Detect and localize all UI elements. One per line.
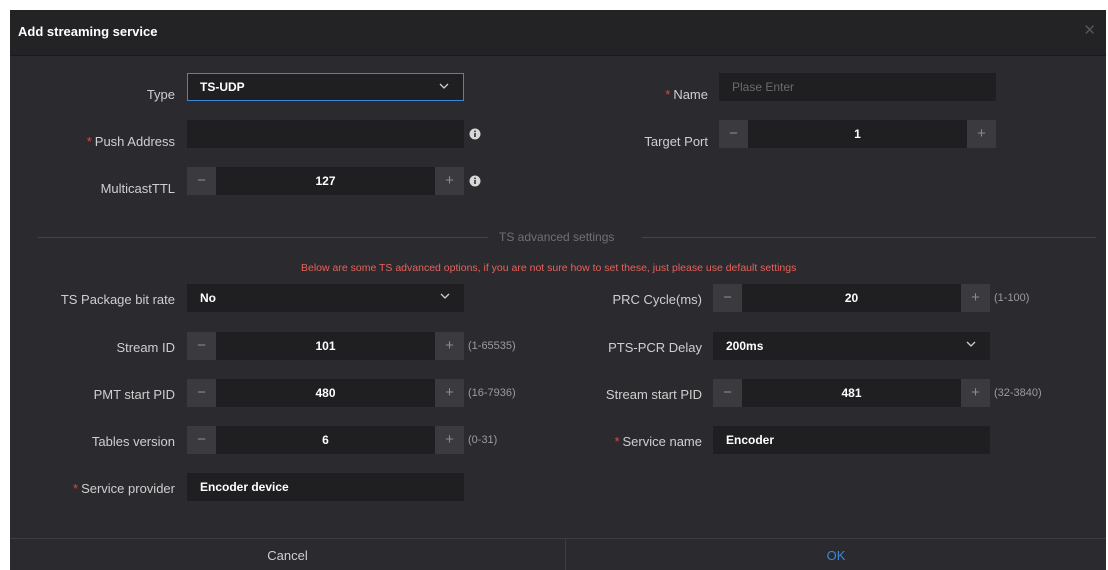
prc-cycle-label: PRC Cycle(ms) <box>612 292 702 307</box>
tables-version-label: Tables version <box>91 434 175 449</box>
increment-button[interactable]: + <box>435 332 464 360</box>
stream-id-label: Stream ID <box>116 340 175 355</box>
tables-version-stepper: − 6 + <box>187 426 464 454</box>
divider-left <box>38 237 488 238</box>
increment-button[interactable]: + <box>435 167 464 195</box>
divider-right <box>642 237 1096 238</box>
dialog-header: Add streaming service ✕ <box>10 10 1106 56</box>
increment-button[interactable]: + <box>435 379 464 407</box>
pmt-start-pid-label: PMT start PID <box>93 387 175 402</box>
type-select[interactable]: TS-UDP <box>187 73 464 101</box>
dialog-footer: Cancel OK <box>10 538 1106 570</box>
pmt-start-pid-range: (16-7936) <box>468 387 516 399</box>
pts-pcr-delay-select[interactable]: 200ms <box>713 332 990 360</box>
name-input[interactable]: Plase Enter <box>719 73 996 101</box>
ts-package-bit-rate-label: TS Package bit rate <box>60 292 175 307</box>
stream-id-value[interactable]: 101 <box>216 332 435 360</box>
service-name-input[interactable]: Encoder <box>713 426 990 454</box>
warning-text: Below are some TS advanced options, if y… <box>301 262 797 274</box>
target-port-stepper: − 1 + <box>719 120 996 148</box>
prc-cycle-value[interactable]: 20 <box>742 284 961 312</box>
pts-pcr-delay-label: PTS-PCR Delay <box>608 340 702 355</box>
cancel-button[interactable]: Cancel <box>10 539 566 570</box>
increment-button[interactable]: + <box>967 120 996 148</box>
service-name-value: Encoder <box>726 433 775 447</box>
prc-cycle-range: (1-100) <box>994 292 1030 304</box>
increment-button[interactable]: + <box>961 284 990 312</box>
add-streaming-service-dialog: Add streaming service ✕ Type TS-UDP * Nam… <box>10 10 1106 570</box>
decrement-button[interactable]: − <box>187 332 216 360</box>
service-provider-value: Encoder device <box>200 480 289 494</box>
decrement-button[interactable]: − <box>713 379 742 407</box>
tables-version-range: (0-31) <box>468 434 498 446</box>
target-port-value[interactable]: 1 <box>748 120 967 148</box>
pmt-start-pid-value[interactable]: 480 <box>216 379 435 407</box>
name-label: * Name <box>665 87 708 102</box>
decrement-button[interactable]: − <box>719 120 748 148</box>
stream-id-stepper: − 101 + <box>187 332 464 360</box>
chevron-down-icon <box>440 293 450 299</box>
service-provider-input[interactable]: Encoder device <box>187 473 464 501</box>
target-port-label: Target Port <box>644 134 708 149</box>
service-provider-label: * Service provider <box>73 481 175 496</box>
name-placeholder: Plase Enter <box>732 80 795 94</box>
stream-id-range: (1-65535) <box>468 340 516 352</box>
chevron-down-icon <box>439 83 449 89</box>
info-icon[interactable] <box>469 175 481 187</box>
prc-cycle-stepper: − 20 + <box>713 284 990 312</box>
info-icon[interactable] <box>469 128 481 140</box>
type-label: Type <box>146 87 175 102</box>
increment-button[interactable]: + <box>435 426 464 454</box>
ts-package-bit-rate-value: No <box>200 291 216 305</box>
pmt-start-pid-stepper: − 480 + <box>187 379 464 407</box>
ts-package-bit-rate-select[interactable]: No <box>187 284 464 312</box>
decrement-button[interactable]: − <box>187 379 216 407</box>
tables-version-value[interactable]: 6 <box>216 426 435 454</box>
stream-start-pid-stepper: − 481 + <box>713 379 990 407</box>
push-address-input[interactable] <box>187 120 464 148</box>
multicast-ttl-value[interactable]: 127 <box>216 167 435 195</box>
decrement-button[interactable]: − <box>713 284 742 312</box>
close-icon[interactable]: ✕ <box>1083 21 1096 39</box>
stream-start-pid-value[interactable]: 481 <box>742 379 961 407</box>
increment-button[interactable]: + <box>961 379 990 407</box>
stream-start-pid-label: Stream start PID <box>605 387 702 402</box>
stream-start-pid-range: (32-3840) <box>994 387 1042 399</box>
type-value: TS-UDP <box>200 80 245 94</box>
multicast-ttl-label: MulticastTTL <box>100 181 175 196</box>
section-title: TS advanced settings <box>499 230 615 244</box>
pts-pcr-delay-value: 200ms <box>726 339 764 353</box>
dialog-title: Add streaming service <box>18 24 158 39</box>
chevron-down-icon <box>966 341 976 347</box>
push-address-label: * Push Address <box>86 134 175 149</box>
multicast-ttl-stepper: − 127 + <box>187 167 464 195</box>
decrement-button[interactable]: − <box>187 167 216 195</box>
ok-button[interactable]: OK <box>566 539 1106 570</box>
decrement-button[interactable]: − <box>187 426 216 454</box>
service-name-label: * Service name <box>614 434 702 449</box>
